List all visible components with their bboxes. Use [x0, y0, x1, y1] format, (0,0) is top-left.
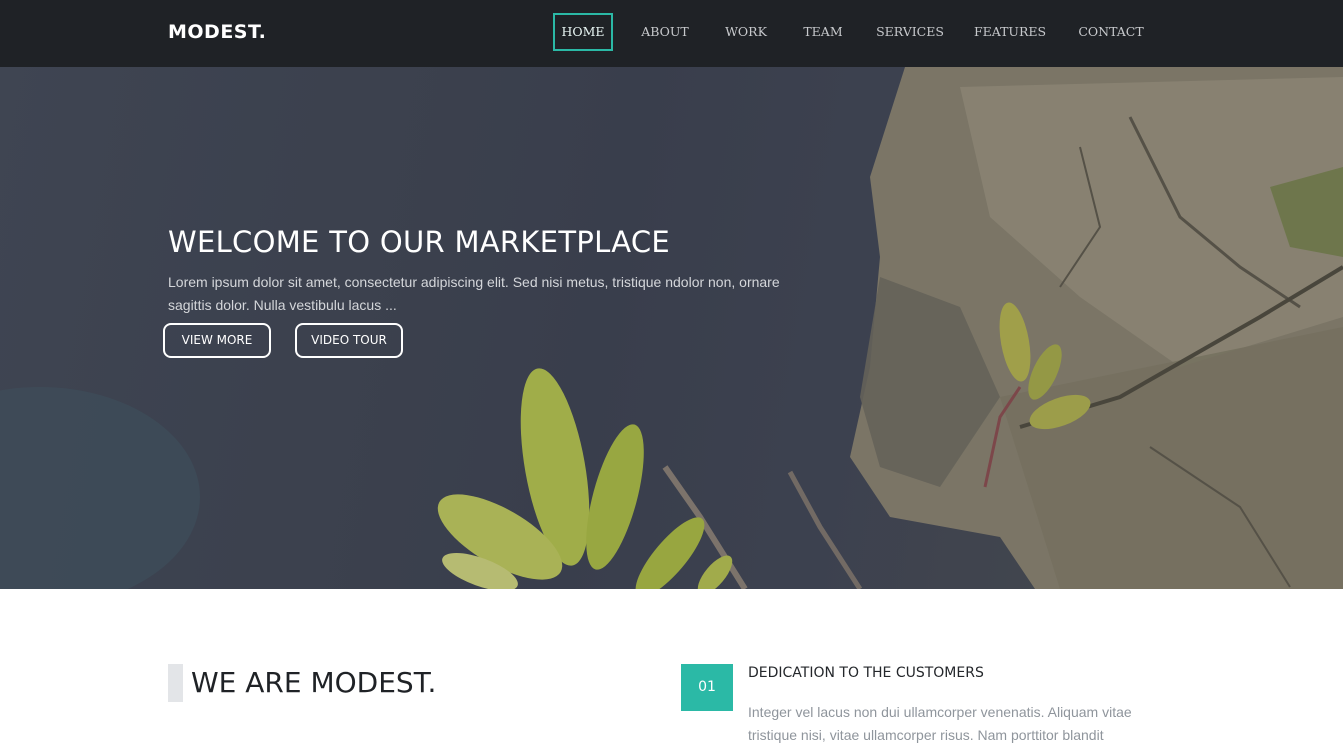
- video-tour-button[interactable]: VIDEO TOUR: [295, 323, 403, 358]
- hero-section: WELCOME TO OUR MARKETPLACE Lorem ipsum d…: [0, 67, 1343, 589]
- feature-title: DEDICATION TO THE CUSTOMERS: [748, 665, 984, 681]
- nav-home[interactable]: HOME: [553, 13, 613, 51]
- view-more-button[interactable]: VIEW MORE: [163, 323, 271, 358]
- brand-logo[interactable]: MODEST.: [168, 21, 266, 43]
- feature-number-badge: 01: [681, 664, 733, 711]
- nav-features[interactable]: FEATURES: [972, 13, 1048, 51]
- about-title: WE ARE MODEST.: [191, 666, 437, 699]
- nav-about[interactable]: ABOUT: [637, 13, 693, 51]
- nav-work[interactable]: WORK: [721, 13, 771, 51]
- nav-team[interactable]: TEAM: [800, 13, 846, 51]
- hero-title: WELCOME TO OUR MARKETPLACE: [168, 225, 671, 259]
- nav-contact[interactable]: CONTACT: [1075, 13, 1147, 51]
- nav-services[interactable]: SERVICES: [874, 13, 946, 51]
- feature-description: Integer vel lacus non dui ullamcorper ve…: [748, 704, 1132, 743]
- top-navbar: MODEST. HOME ABOUT WORK TEAM SERVICES FE…: [0, 0, 1343, 67]
- hero-description: Lorem ipsum dolor sit amet, consectetur …: [168, 274, 780, 313]
- heading-accent-bar: [168, 664, 183, 702]
